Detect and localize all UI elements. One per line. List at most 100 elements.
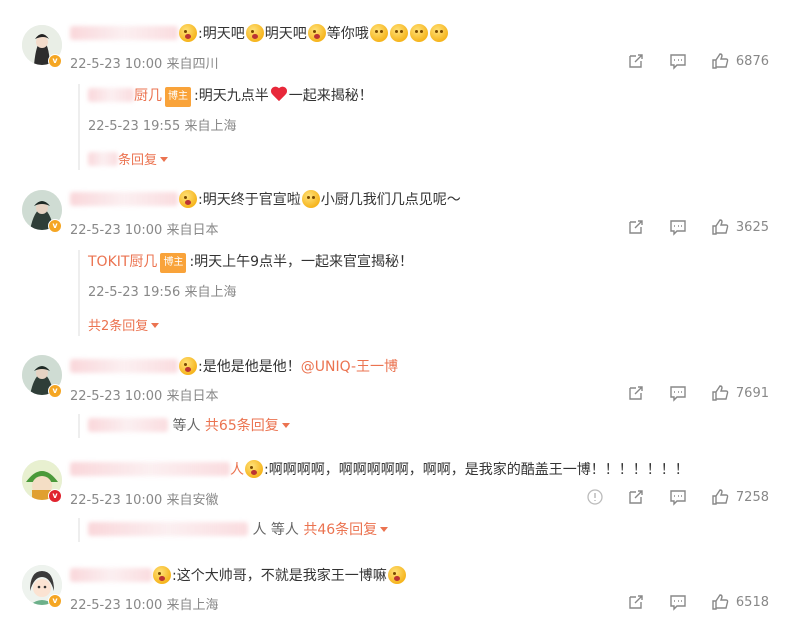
- blurred-username[interactable]: [70, 359, 178, 373]
- report-icon: [587, 489, 603, 505]
- emoji-icon: [179, 190, 197, 208]
- chevron-down-icon: [151, 323, 160, 328]
- like-count: 3625: [735, 219, 769, 235]
- blurred-username[interactable]: [88, 522, 248, 536]
- chevron-down-icon: [380, 527, 389, 532]
- like-button[interactable]: 7691: [711, 384, 769, 402]
- emoji-icon: [153, 566, 171, 584]
- like-button[interactable]: 6876: [711, 52, 769, 70]
- comment-meta: 22-5-23 10:00 来自日本: [70, 223, 219, 238]
- like-count: 6876: [735, 53, 769, 69]
- comment-text: :这个大帅哥，不就是我家王一博嘛: [70, 566, 407, 585]
- emoji-icon: [179, 357, 197, 375]
- reply-text: TOKIT厨几 博主:明天上午9点半，一起来官宣揭秘！: [88, 253, 413, 273]
- reply-author[interactable]: TOKIT厨几: [88, 254, 157, 270]
- comment-actions: 6876: [603, 51, 769, 71]
- comment-button[interactable]: [669, 52, 687, 70]
- reply-box: 人 等人 共46条回复: [78, 518, 389, 542]
- comment-button[interactable]: [669, 218, 687, 236]
- like-icon: [712, 594, 729, 610]
- emoji-icon: [409, 24, 428, 42]
- more-replies-link[interactable]: 共46条回复: [303, 522, 389, 538]
- reply-box: TOKIT厨几 博主:明天上午9点半，一起来官宣揭秘！ 22-5-23 19:56…: [78, 250, 413, 336]
- share-button[interactable]: [627, 384, 645, 402]
- comment-actions: 3625: [603, 217, 769, 237]
- like-icon: [712, 53, 729, 69]
- comment-icon: [670, 220, 686, 236]
- comment-actions: 7691: [603, 383, 769, 403]
- comment-button[interactable]: [669, 384, 687, 402]
- chevron-down-icon: [281, 423, 290, 428]
- verified-badge-icon: v: [48, 219, 62, 233]
- chevron-down-icon: [160, 157, 169, 162]
- comment-icon: [670, 54, 686, 70]
- comment-text: :是他是他是他！@UNIQ-王一博: [70, 357, 398, 376]
- more-replies-link[interactable]: 共2条回复: [88, 315, 160, 334]
- verified-badge-icon: v: [48, 489, 62, 503]
- verified-badge-icon: v: [48, 54, 62, 68]
- comment-meta: 22-5-23 10:00 来自安徽: [70, 493, 219, 508]
- comment-meta: 22-5-23 10:00 来自四川: [70, 57, 219, 72]
- blurred-username[interactable]: [70, 192, 178, 206]
- comment-actions: 6518: [603, 592, 769, 612]
- like-count: 7258: [735, 489, 769, 505]
- emoji-icon: [301, 190, 320, 208]
- blurred-username[interactable]: [88, 88, 134, 102]
- comment-button[interactable]: [669, 488, 687, 506]
- like-button[interactable]: 7258: [711, 488, 769, 506]
- more-replies-link[interactable]: 共65条回复: [205, 418, 290, 434]
- more-replies-link[interactable]: 条回复: [88, 149, 169, 168]
- share-button[interactable]: [627, 593, 645, 611]
- share-icon: [629, 386, 643, 400]
- like-button[interactable]: 3625: [711, 218, 769, 236]
- author-tag: 博主: [165, 87, 191, 107]
- comment-text: :明天终于官宣啦 小厨几我们几点见呢～: [70, 190, 461, 209]
- blurred-username[interactable]: [70, 462, 230, 476]
- comment-button[interactable]: [669, 593, 687, 611]
- blurred-username[interactable]: [88, 418, 168, 432]
- emoji-icon: [369, 24, 388, 42]
- sub-replies: 等人 共65条回复: [88, 417, 290, 435]
- comment-icon: [670, 386, 686, 402]
- emoji-icon: [429, 24, 448, 42]
- share-icon: [629, 54, 643, 68]
- blurred-count: [88, 152, 118, 166]
- reply-text: 厨几 博主:明天九点半 一起来揭秘！: [88, 87, 373, 107]
- share-button[interactable]: [627, 488, 645, 506]
- like-icon: [712, 385, 729, 401]
- mention-link[interactable]: @UNIQ-王一博: [301, 359, 398, 375]
- emoji-icon: [307, 24, 326, 42]
- comment-icon: [670, 490, 686, 506]
- reply-meta: 22-5-23 19:56 来自上海: [88, 285, 237, 300]
- sub-replies: 人 等人 共46条回复: [88, 521, 389, 539]
- heart-icon: [270, 87, 288, 103]
- reply-box: 等人 共65条回复: [78, 414, 290, 438]
- comment-icon: [670, 595, 686, 611]
- emoji-icon: [387, 566, 406, 584]
- blurred-username[interactable]: [70, 26, 178, 40]
- reply-meta: 22-5-23 19:55 来自上海: [88, 119, 237, 134]
- reply-box: 厨几 博主:明天九点半 一起来揭秘！ 22-5-23 19:55 来自上海 条回复: [78, 84, 373, 170]
- comment-text: 人:啊啊啊啊，啊啊啊啊啊，啊啊，是我家的酷盖王一博！！！！！！！: [70, 460, 689, 479]
- comment-meta: 22-5-23 10:00 来自日本: [70, 389, 219, 404]
- share-button[interactable]: [627, 218, 645, 236]
- emoji-icon: [245, 24, 264, 42]
- blurred-username[interactable]: [70, 568, 152, 582]
- like-icon: [712, 219, 729, 235]
- share-button[interactable]: [627, 52, 645, 70]
- report-button[interactable]: [587, 489, 603, 505]
- share-icon: [629, 220, 643, 234]
- comment-meta: 22-5-23 10:00 来自上海: [70, 598, 219, 613]
- verified-badge-icon: v: [48, 594, 62, 608]
- verified-badge-icon: v: [48, 384, 62, 398]
- emoji-icon: [245, 460, 263, 478]
- comment-text: :明天吧 明天吧 等你哦: [70, 24, 449, 43]
- comment-actions: 7258: [563, 487, 769, 507]
- like-count: 6518: [735, 594, 769, 610]
- emoji-icon: [179, 24, 197, 42]
- share-icon: [629, 595, 643, 609]
- author-tag: 博主: [160, 253, 187, 273]
- like-button[interactable]: 6518: [711, 593, 769, 611]
- emoji-icon: [389, 24, 408, 42]
- share-icon: [629, 490, 643, 504]
